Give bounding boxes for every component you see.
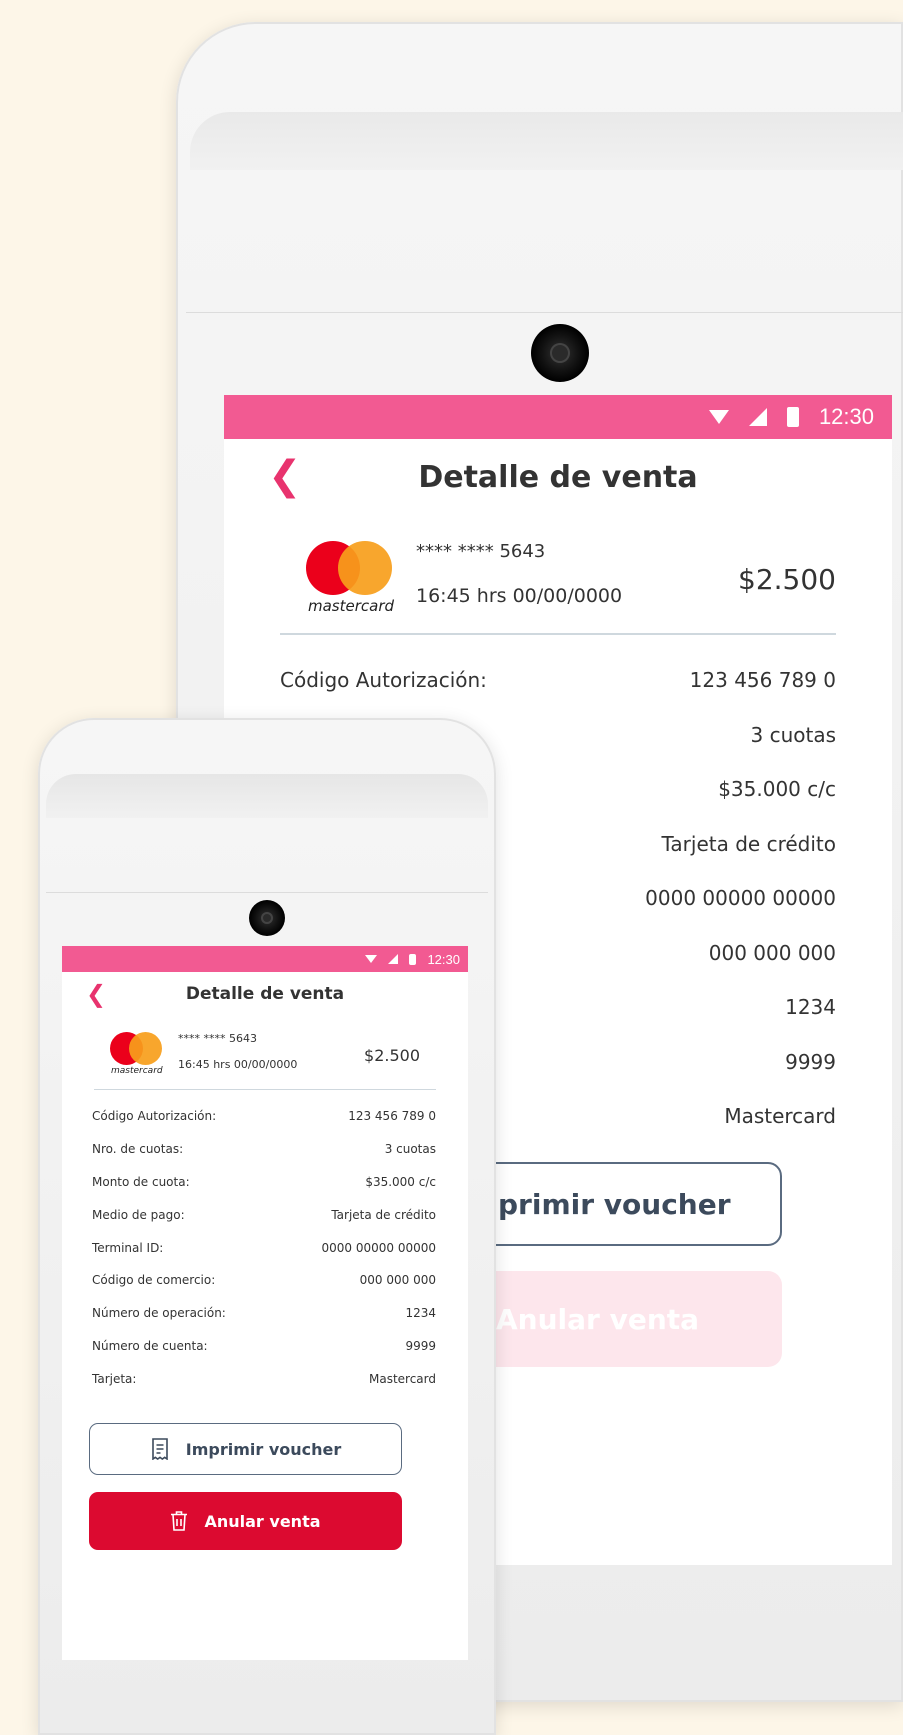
detail-row: Número de cuenta: 9999 [92,1330,436,1363]
detail-label: Código de comercio: [92,1273,216,1288]
page-title: Detalle de venta [418,459,698,495]
status-bar: 12:30 [62,946,468,972]
camera-lens-icon [249,900,285,936]
detail-row: Nro. de cuotas: 3 cuotas [92,1133,436,1166]
sale-datetime: 16:45 hrs 00/00/0000 [178,1058,298,1071]
detail-value: 1234 [405,1306,436,1321]
detail-value: 3 cuotas [384,1142,436,1157]
detail-value: Mastercard [724,1104,836,1129]
detail-value: $35.000 c/c [365,1174,436,1189]
receipt-icon [150,1438,170,1461]
device-bezel-band [190,112,903,170]
detail-label: Código Autorización: [280,668,487,693]
detail-row: Monto de cuota: $35.000 c/c [92,1166,436,1199]
detail-row: Código Autorización: 123 456 789 0 [92,1100,436,1133]
detail-label: Monto de cuota: [92,1174,190,1189]
detail-label: Número de cuenta: [92,1338,208,1353]
detail-label: Código Autorización: [92,1109,217,1124]
status-time: 12:30 [818,404,874,429]
battery-icon [409,953,417,965]
page-title: Detalle de venta [185,984,345,1004]
detail-value: 3 cuotas [750,722,836,747]
mastercard-logo-icon: mastercard [306,541,394,615]
detail-label: Nro. de cuotas: [92,1142,184,1157]
detail-value: 9999 [785,1049,836,1074]
signal-icon [748,408,767,426]
sale-datetime: 16:45 hrs 00/00/0000 [416,585,623,607]
mastercard-logo-icon: mastercard [110,1032,164,1076]
detail-value: 000 000 000 [708,940,836,965]
print-voucher-label: primir voucher [498,1187,731,1221]
print-voucher-button[interactable]: Imprimir voucher [89,1423,402,1476]
sale-amount: $2.500 [738,563,836,596]
detail-value: 123 456 789 0 [689,668,836,693]
chevron-left-icon[interactable]: ❮ [86,980,106,1008]
cancel-sale-button[interactable]: Anular venta [474,1271,782,1367]
detail-label: Tarjeta: [92,1371,137,1386]
title-bar: ❮ Detalle de venta [224,439,892,515]
pos-device-small: 12:30 ❮ Detalle de venta mastercard ****… [38,718,496,1735]
detail-row: Medio de pago: Tarjeta de crédito [92,1198,436,1231]
device-bezel-divider [186,312,903,313]
print-voucher-button[interactable]: primir voucher [474,1162,782,1246]
detail-value: 000 000 000 [359,1273,436,1288]
detail-value: 123 456 789 0 [348,1109,436,1124]
detail-value: 0000 00000 00000 [321,1240,436,1255]
detail-row: Código Autorización: 123 456 789 0 [280,653,836,708]
detail-value: Mastercard [368,1371,436,1386]
detail-label: Terminal ID: [92,1240,164,1255]
cancel-sale-label: Anular venta [496,1302,700,1336]
chevron-left-icon[interactable]: ❮ [268,453,302,499]
battery-icon [786,407,799,427]
card-number: **** **** 5643 [178,1032,257,1045]
detail-value: 9999 [405,1338,436,1353]
title-bar: ❮ Detalle de venta [62,972,468,1016]
card-number: **** **** 5643 [416,541,546,562]
device-bezel-band [46,774,488,818]
camera-lens-icon [531,324,589,382]
detail-value: 1234 [785,995,836,1020]
wifi-icon [365,955,378,963]
signal-icon [388,954,399,964]
print-voucher-label: Imprimir voucher [185,1439,342,1459]
sale-summary: mastercard **** **** 5643 16:45 hrs 00/0… [280,535,836,635]
detail-value: Tarjeta de crédito [661,831,836,856]
detail-value: 0000 00000 00000 [645,886,836,911]
detail-row: Código de comercio: 000 000 000 [92,1264,436,1297]
sale-amount: $2.500 [364,1046,420,1065]
device-screen-small: 12:30 ❮ Detalle de venta mastercard ****… [62,946,468,1660]
detail-value: $35.000 c/c [718,777,836,802]
trash-icon [170,1510,188,1532]
detail-value: Tarjeta de crédito [331,1207,436,1222]
wifi-icon [708,410,729,424]
detail-label: Medio de pago: [92,1207,185,1222]
detail-row: Tarjeta: Mastercard [92,1362,436,1395]
cancel-sale-button[interactable]: Anular venta [89,1492,402,1551]
detail-label: Número de operación: [92,1306,226,1321]
detail-list: Código Autorización: 123 456 789 0 Nro. … [92,1100,436,1395]
status-time: 12:30 [427,951,460,967]
sale-summary: mastercard **** **** 5643 16:45 hrs 00/0… [94,1028,436,1090]
detail-row: Número de operación: 1234 [92,1297,436,1330]
detail-row: Terminal ID: 0000 00000 00000 [92,1231,436,1264]
status-bar: 12:30 [224,395,892,439]
cancel-sale-label: Anular venta [204,1511,321,1531]
device-bezel-divider [46,892,488,893]
